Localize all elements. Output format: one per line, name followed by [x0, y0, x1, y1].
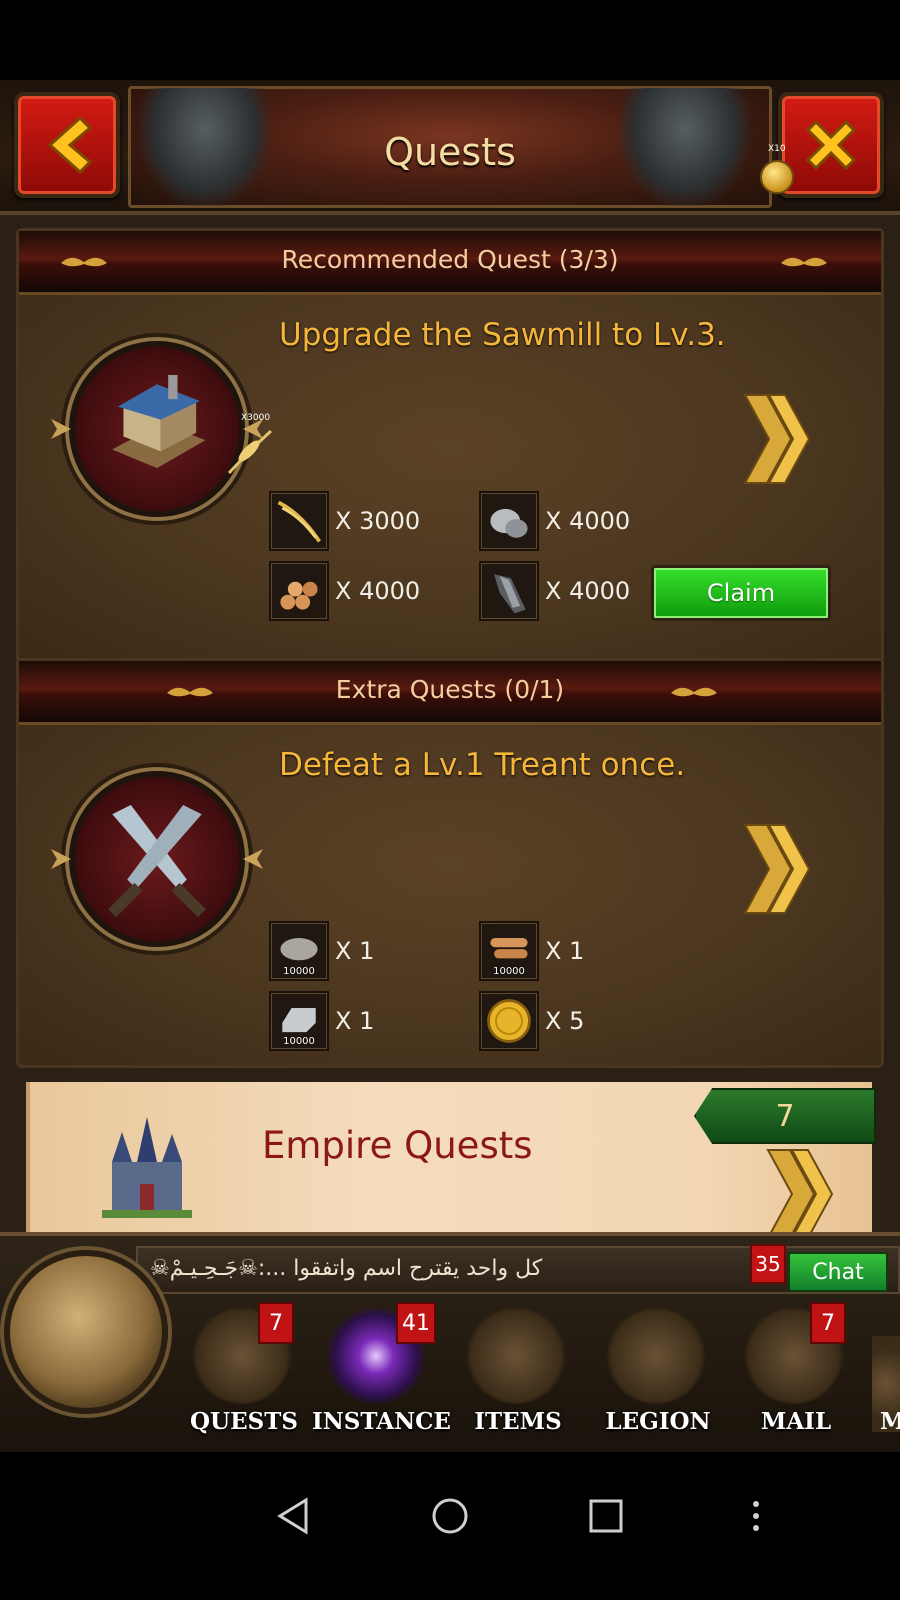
close-icon — [805, 119, 857, 171]
chat-strip[interactable]: كل واحد يقترح اسم واتفقوا ...:☠جَـحِـيـم… — [136, 1244, 900, 1294]
extra-quests-panel: Extra Quests (0/1) Defeat a Lv.1 Treant … — [16, 658, 884, 1068]
android-recents-button[interactable] — [576, 1486, 636, 1546]
android-menu-button[interactable] — [726, 1486, 786, 1546]
reward-item: X 4000 — [269, 561, 420, 621]
world-map-globe-icon[interactable] — [4, 1250, 168, 1414]
reward-item: X 4000 — [479, 491, 630, 551]
reward-qty: X 5 — [545, 1007, 585, 1035]
quest-text: Upgrade the Sawmill to Lv.3. — [279, 317, 726, 353]
tab-label: LEGION — [605, 1408, 711, 1435]
section-title: Recommended Quest (3/3) — [281, 245, 619, 274]
stone-icon — [479, 491, 539, 551]
castle-icon — [102, 1117, 192, 1218]
wood-pack-icon: 10000 — [479, 921, 539, 981]
reward-qty: X 1 — [545, 937, 585, 965]
tab-mail[interactable]: 7 MAIL — [730, 1302, 862, 1442]
tab-legion[interactable]: LEGION — [592, 1302, 724, 1442]
more-vertical-icon — [753, 1501, 759, 1531]
tab-items[interactable]: ITEMS — [452, 1302, 584, 1442]
android-back-button[interactable] — [264, 1486, 324, 1546]
chevron-right-icon[interactable] — [741, 819, 811, 919]
helmet-icon — [606, 1308, 706, 1404]
reward-item: 10000 X 1 — [269, 921, 374, 981]
empire-quests-title: Empire Quests — [262, 1124, 533, 1167]
iron-pack-icon: 10000 — [269, 991, 329, 1051]
tab-quests[interactable]: 7 QUESTS — [178, 1302, 310, 1442]
pack-size: 10000 — [283, 1036, 315, 1047]
square-recents-icon — [589, 1499, 623, 1533]
quests-screen: Quests X10 Recommended Quest (3/3) Upgra… — [0, 80, 900, 1452]
tab-badge: 7 — [810, 1302, 846, 1344]
empire-quests-count: 7 — [694, 1088, 876, 1144]
chat-button[interactable]: Chat — [788, 1252, 888, 1292]
circle-home-icon — [432, 1498, 468, 1534]
header: Quests X10 — [0, 80, 900, 215]
chevron-right-icon[interactable] — [741, 389, 811, 489]
tab-badge: 41 — [396, 1302, 436, 1344]
chevron-left-icon — [47, 115, 93, 175]
tab-label: MAIL — [760, 1408, 832, 1435]
tab-label: QUESTS — [190, 1408, 298, 1435]
section-title: Extra Quests (0/1) — [335, 675, 565, 704]
android-home-button[interactable] — [420, 1486, 480, 1546]
tab-label: INSTANCE — [312, 1408, 451, 1435]
ornament-icon — [243, 849, 263, 869]
battle-medallion[interactable] — [47, 761, 267, 981]
ornament-icon — [669, 683, 719, 701]
reward-item: X 4000 — [479, 561, 630, 621]
gold-coin-icon — [760, 160, 794, 194]
quest-text: Defeat a Lv.1 Treant once. — [279, 747, 686, 783]
reward-qty: X 1 — [335, 937, 375, 965]
tab-badge: 7 — [258, 1302, 294, 1344]
reward-item: X 5 — [479, 991, 584, 1051]
triangle-back-icon — [277, 1497, 308, 1535]
back-button[interactable] — [14, 92, 120, 198]
reward-qty: X 4000 — [545, 507, 631, 535]
ornament-icon — [51, 419, 71, 439]
pack-size: 10000 — [283, 966, 315, 977]
wood-icon — [269, 561, 329, 621]
empire-quests-panel[interactable]: Empire Quests 7 — [26, 1082, 876, 1244]
reward-qty: X 4000 — [545, 577, 631, 605]
pack-size: 10000 — [493, 966, 525, 977]
coin-multiplier: X10 — [768, 144, 786, 154]
wheat-icon — [227, 429, 273, 475]
section-header: Extra Quests (0/1) — [19, 661, 881, 725]
section-header: Recommended Quest (3/3) — [19, 231, 881, 295]
ornament-icon — [51, 849, 71, 869]
ore-icon — [479, 561, 539, 621]
reward-item: X 3000 — [269, 491, 420, 551]
close-button[interactable] — [778, 92, 884, 198]
backpack-icon — [466, 1308, 566, 1404]
chevron-right-icon[interactable] — [764, 1144, 834, 1244]
gold-coin-icon — [479, 991, 539, 1051]
android-nav-bar — [0, 1452, 900, 1600]
bottom-bar: كل واحد يقترح اسم واتفقوا ...:☠جَـحِـيـم… — [0, 1232, 900, 1452]
reward-item: 10000 X 1 — [479, 921, 584, 981]
reward-qty: X 3000 — [335, 507, 421, 535]
chat-unread-badge: 35 — [750, 1244, 786, 1284]
ornament-icon — [779, 253, 829, 271]
stone-pack-icon: 10000 — [269, 921, 329, 981]
reward-qty: X 1 — [335, 1007, 375, 1035]
reward-item: 10000 X 1 — [269, 991, 374, 1051]
crossed-swords-icon — [69, 771, 245, 947]
chat-message: كل واحد يقترح اسم واتفقوا ...:☠جَـحِـيـم… — [150, 1256, 543, 1281]
recommended-quest-panel: Recommended Quest (3/3) Upgrade the Sawm… — [16, 228, 884, 664]
tab-more-label: M — [880, 1408, 900, 1435]
status-bar — [0, 0, 900, 80]
wheat-icon — [269, 491, 329, 551]
tab-instance[interactable]: 41 INSTANCE — [312, 1302, 451, 1442]
tab-label: ITEMS — [474, 1408, 562, 1435]
claim-button[interactable]: Claim — [651, 565, 831, 621]
reward-qty: X 4000 — [335, 577, 421, 605]
